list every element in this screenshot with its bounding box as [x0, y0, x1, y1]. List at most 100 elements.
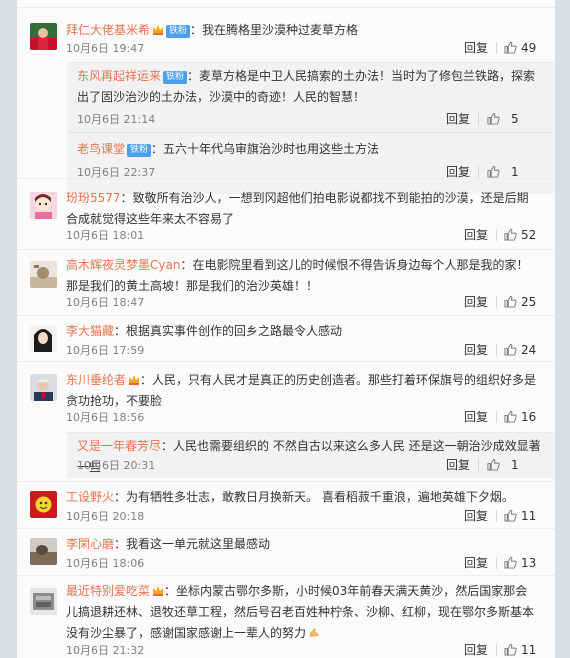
avatar[interactable] [30, 588, 57, 615]
divider [496, 411, 497, 423]
divider [478, 113, 479, 125]
thumbs-up-icon [487, 458, 500, 471]
like-button[interactable]: 11 [504, 643, 536, 657]
crown-icon [152, 582, 164, 596]
divider [496, 557, 497, 569]
comment-item: 李大猫藏：根据真实事件创作的回乡之路最令人感动 10月6日 17:59 回复 2… [17, 315, 555, 361]
comment-body: 我看这一单元就这里最感动 [126, 537, 271, 551]
username-link[interactable]: 玢玢5577 [66, 191, 121, 205]
divider [496, 229, 497, 241]
like-button[interactable]: 25 [504, 295, 536, 309]
divider [496, 42, 497, 54]
reply-button[interactable]: 回复 [446, 458, 470, 472]
comment-time: 10月6日 19:47 [66, 42, 145, 55]
like-button[interactable]: 11 [504, 509, 536, 523]
thumbs-up-icon [504, 295, 517, 308]
fan-badge: 铁粉 [166, 25, 191, 38]
like-button[interactable]: 1 [487, 458, 519, 472]
like-button[interactable]: 52 [504, 228, 536, 242]
username-link[interactable]: 高木辉夜灵梦墨Cyan [66, 258, 180, 272]
fan-badge: 铁粉 [127, 144, 152, 157]
like-count: 1 [511, 458, 519, 472]
comment-body: 为有牺牲多壮志，敢教日月换新天。 喜看稻菽千重浪，遍地英雄下夕烟。 [126, 490, 514, 504]
comment-text: 李大猫藏：根据真实事件创作的回乡之路最令人感动 [66, 324, 343, 338]
reply-button[interactable]: 回复 [464, 41, 488, 55]
reply-button[interactable]: 回复 [446, 165, 470, 179]
avatar[interactable] [30, 374, 57, 401]
like-count: 13 [521, 556, 537, 570]
strong-arm-icon [308, 624, 320, 637]
reply-button[interactable]: 回复 [464, 410, 488, 424]
thumbs-up-icon [487, 165, 500, 178]
like-count: 25 [521, 295, 537, 309]
comment-text: 最近特别爱吃菜 ：坐标内蒙古鄂尔多斯，小时候03年前春天满天黄沙，然后国家那会儿搞… [66, 582, 535, 640]
top-divider [17, 0, 555, 8]
username-link[interactable]: 李閑心磨 [66, 537, 114, 551]
comment-text: 李閑心磨：我看这一单元就这里最感动 [66, 537, 271, 551]
thumbs-up-icon [504, 228, 517, 241]
thumbs-up-icon [504, 410, 517, 423]
crown-icon [152, 21, 164, 35]
left-margin [0, 0, 17, 658]
reply-text: 老鸟课堂 铁粉 ：五六十年代乌审旗治沙时也用这些土方法 [77, 142, 380, 157]
avatar[interactable] [30, 325, 57, 352]
avatar[interactable] [30, 23, 57, 50]
username-link[interactable]: 最近特别爱吃菜 [66, 584, 150, 598]
comment-item: 东川垂纶者 ：人民，只有人民才是真正的历史创造者。那些打着环保旗号的组织好多是贪功… [17, 361, 555, 481]
reply-box: 又是一年春芳尽：人民也需要组织的 不然自古以来这么多人民 还是这一朝治沙成效显著… [67, 432, 554, 478]
username-link[interactable]: 工设野火 [66, 490, 114, 504]
reply-button[interactable]: 回复 [464, 343, 488, 357]
comment-body: 我在腾格里沙漠种过麦草方格 [202, 23, 359, 37]
reply-button[interactable]: 回复 [464, 295, 488, 309]
like-button[interactable]: 49 [504, 41, 536, 55]
username-link[interactable]: 老鸟课堂 [77, 142, 125, 156]
like-count: 1 [511, 165, 519, 179]
thumbs-up-icon [504, 343, 517, 356]
thumbs-up-icon [487, 112, 500, 125]
username-link[interactable]: 拜仁大佬基米希 [66, 23, 150, 37]
avatar[interactable] [30, 261, 57, 288]
avatar[interactable] [30, 491, 57, 518]
like-count: 11 [521, 643, 537, 657]
comment-item: 高木辉夜灵梦墨Cyan：在电影院里看到这儿的时候恨不得告诉身边每个人那是我的家！… [17, 249, 555, 315]
comment-text: 东川垂纶者 ：人民，只有人民才是真正的历史创造者。那些打着环保旗号的组织好多是贪功… [66, 371, 537, 408]
username-link[interactable]: 又是一年春芳尽 [77, 439, 161, 453]
like-button[interactable]: 16 [504, 410, 536, 424]
reply-button[interactable]: 回复 [446, 112, 470, 126]
comment-list: 拜仁大佬基米希 铁粉 ：我在腾格里沙漠种过麦草方格 10月6日 19:47 回复 4… [17, 0, 555, 658]
thumbs-up-icon [504, 643, 517, 656]
comment-time: 10月6日 21:32 [66, 644, 145, 657]
divider [496, 644, 497, 656]
like-count: 52 [521, 228, 537, 242]
fan-badge: 铁粉 [163, 71, 188, 84]
comment-text: 拜仁大佬基米希 铁粉 ：我在腾格里沙漠种过麦草方格 [66, 21, 359, 38]
reply-button[interactable]: 回复 [464, 556, 488, 570]
username-link[interactable]: 李大猫藏 [66, 324, 114, 338]
username-link[interactable]: 东川垂纶者 [66, 373, 126, 387]
divider [496, 510, 497, 522]
reply-text: 东风再起祥运来 铁粉 ：麦草方格是中卫人民搞索的土办法！当时为了修包兰铁路，探索出了… [77, 69, 536, 104]
like-count: 11 [521, 509, 537, 523]
comment-time: 10月6日 20:18 [66, 510, 145, 523]
avatar[interactable] [30, 192, 57, 219]
comment-time: 10月6日 17:59 [66, 344, 145, 357]
comment-item: 玢玢5577：致敬所有治沙人，一想到冈超他们拍电影说都找不到能拍的沙漠，还是后期… [17, 178, 555, 246]
thumbs-up-icon [504, 556, 517, 569]
reply-button[interactable]: 回复 [464, 509, 488, 523]
username-link[interactable]: 东风再起祥运来 [77, 69, 161, 83]
reply-button[interactable]: 回复 [464, 228, 488, 242]
crown-icon [128, 371, 140, 385]
comment-text: 玢玢5577：致敬所有治沙人，一想到冈超他们拍电影说都找不到能拍的沙漠，还是后期… [66, 191, 529, 226]
comment-item: 工设野火：为有牺牲多壮志，敢教日月换新天。 喜看稻菽千重浪，遍地英雄下夕烟。 1… [17, 481, 555, 528]
avatar[interactable] [30, 538, 57, 565]
reply-button[interactable]: 回复 [464, 643, 488, 657]
divider [496, 296, 497, 308]
like-button[interactable]: 5 [487, 112, 519, 126]
like-button[interactable]: 1 [487, 165, 519, 179]
like-button[interactable]: 24 [504, 343, 536, 357]
reply-time: 10月6日 21:14 [77, 113, 156, 126]
reply-box: 东风再起祥运来 铁粉 ：麦草方格是中卫人民搞索的土办法！当时为了修包兰铁路，探索出了… [67, 62, 554, 194]
comment-item: 李閑心磨：我看这一单元就这里最感动 10月6日 18:06 回复 13 [17, 528, 555, 575]
thumbs-up-icon [504, 509, 517, 522]
like-button[interactable]: 13 [504, 556, 536, 570]
